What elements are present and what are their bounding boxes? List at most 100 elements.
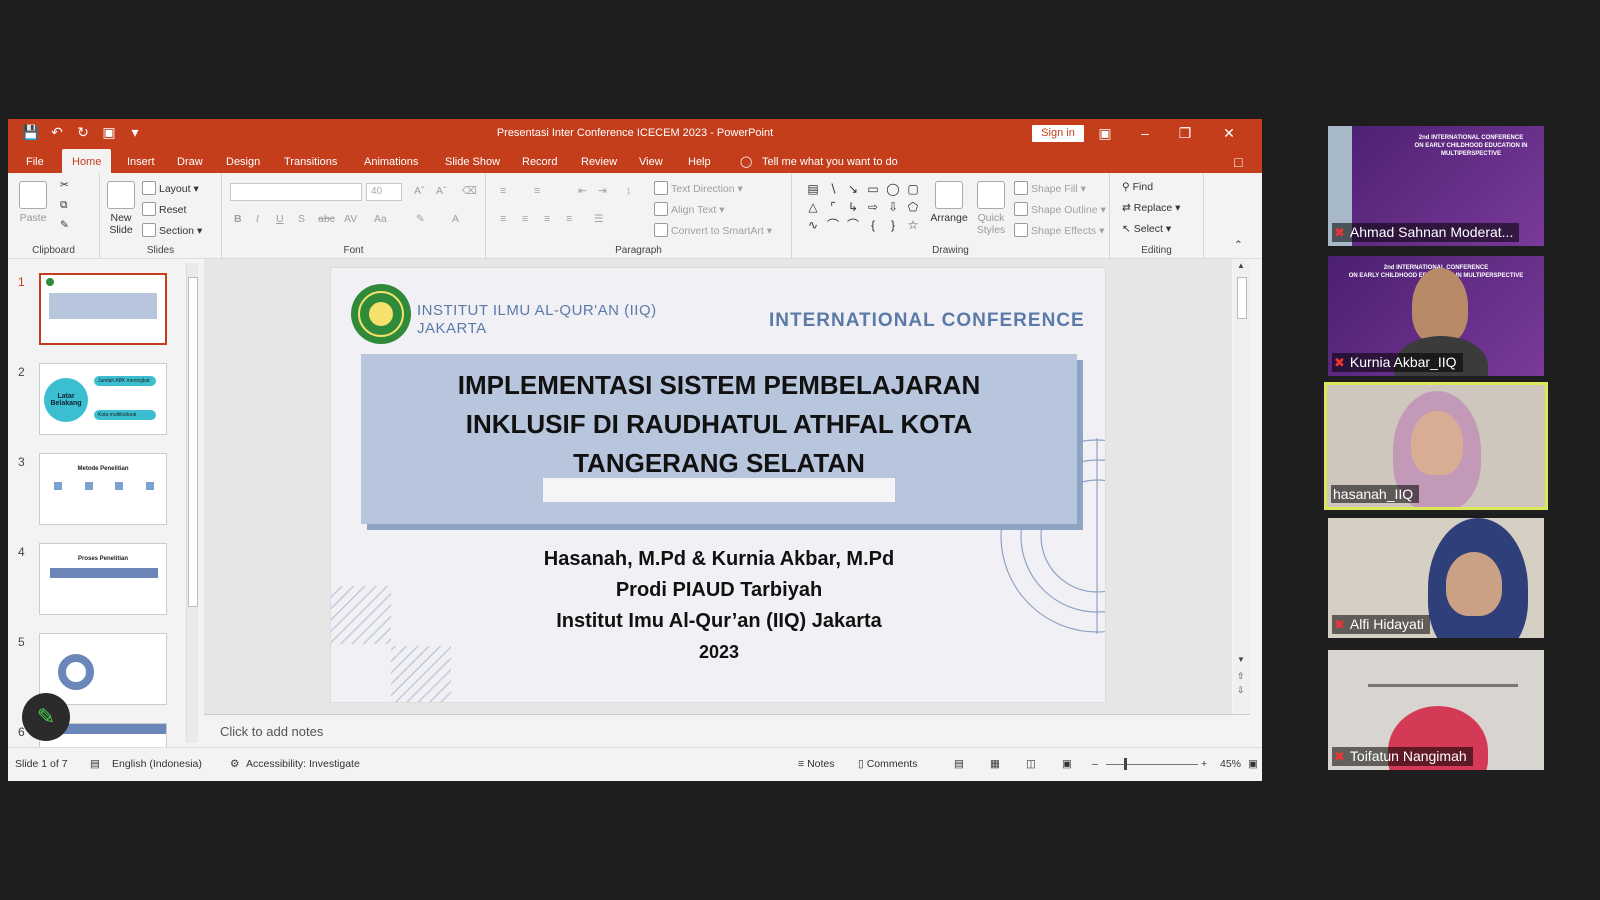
quick-styles-button[interactable]: Quick Styles [974,181,1008,236]
tab-review[interactable]: Review [581,147,617,173]
shape-effects-button[interactable]: Shape Effects ▾ [1014,223,1104,237]
tab-slide-show[interactable]: Slide Show [445,147,500,173]
convert-smartart-button[interactable]: Convert to SmartArt ▾ [654,223,772,237]
align-text-button[interactable]: Align Text ▾ [654,202,725,216]
shapes-gallery[interactable]: ▤ ∖ ↘ ▭ ◯ ▢ △ ⌜ ↳ ⇨ ⇩ ⬠ ∿ ⌒ ⌒{} ☆ [804,181,918,233]
brace-left-shape-icon[interactable]: { [864,217,882,233]
comments-button[interactable]: ▯ Comments [858,758,917,770]
paste-button[interactable]: Paste [16,181,50,224]
reset-button[interactable]: Reset [142,202,186,216]
next-slide-icon[interactable]: ⇩ [1237,685,1245,696]
tab-design[interactable]: Design [226,147,260,173]
layout-button[interactable]: Layout ▾ [142,181,199,195]
line-spacing-icon[interactable]: ↕ [626,185,631,197]
down-arrow-shape-icon[interactable]: ⇩ [884,199,902,215]
underline-button[interactable]: U [276,213,284,225]
zoom-level[interactable]: 45% [1220,758,1241,770]
find-button[interactable]: ⚲ Find [1122,181,1153,193]
format-painter-icon[interactable]: ✎ [60,219,69,231]
pen-edit-icon[interactable]: ✎ [22,693,70,741]
elbow-shape-icon[interactable]: ⌜ [824,199,842,215]
cut-icon[interactable]: ✂ [60,179,69,191]
normal-view-icon[interactable]: ▤ [954,758,964,770]
arrange-button[interactable]: Arrange [928,181,970,224]
thumbnail-scrollbar[interactable] [186,263,198,743]
participant-tile-5[interactable]: ✖ Toifatun Nangimah [1328,650,1544,770]
change-case-icon[interactable]: Aa [374,213,387,225]
textbox-shape-icon[interactable]: ▤ [804,181,822,197]
star-shape-icon[interactable]: ☆ [904,217,922,233]
tab-record[interactable]: Record [522,147,557,173]
replace-button[interactable]: ⇄ Replace ▾ [1122,202,1180,214]
slide-sorter-icon[interactable]: ▦ [990,758,1000,770]
shrink-font-icon[interactable]: Aˇ [436,185,447,197]
slide-scrollbar[interactable]: ▲ ▼ ⇧ ⇩ [1234,259,1250,714]
participant-tile-4[interactable]: ✖ Alfi Hidayati [1328,518,1544,638]
right-arrow-shape-icon[interactable]: ⇨ [864,199,882,215]
participant-tile-2[interactable]: 2nd INTERNATIONAL CONFERENCE ON EARLY CHI… [1328,256,1544,376]
tab-draw[interactable]: Draw [177,147,203,173]
strikethrough-button[interactable]: abc [318,213,335,225]
elbow-arrow-shape-icon[interactable]: ↳ [844,199,862,215]
clear-format-icon[interactable]: ⌫ [462,185,477,197]
rectangle-shape-icon[interactable]: ▭ [864,181,882,197]
increase-indent-icon[interactable]: ⇥ [598,185,607,197]
slide-scroll-thumb[interactable] [1237,277,1247,319]
arc-shape-icon[interactable]: ⌒ [844,217,862,233]
rounded-rect-shape-icon[interactable]: ▢ [904,181,922,197]
select-button[interactable]: ↖ Select ▾ [1122,223,1171,235]
thumbnail-slide-1[interactable] [39,273,167,345]
slideshow-view-icon[interactable]: ▣ [1062,758,1072,770]
arrow-shape-icon[interactable]: ↘ [844,181,862,197]
columns-icon[interactable]: ☰ [594,213,603,225]
participant-tile-3-active-speaker[interactable]: hasanah_IIQ [1324,382,1548,510]
tab-file[interactable]: File [26,147,44,173]
numbering-icon[interactable]: ≡ [534,185,540,197]
accessibility-icon[interactable]: ⚙ [230,758,239,770]
thumbnail-slide-2[interactable]: Latar Belakang Jumlah ABK meningkat Kota… [39,363,167,435]
sign-in-button[interactable]: Sign in [1032,125,1084,142]
thumbnail-slide-5[interactable] [39,633,167,705]
tab-insert[interactable]: Insert [127,147,155,173]
thumbnail-slide-4[interactable]: Proses Penelitian [39,543,167,615]
justify-icon[interactable]: ≡ [566,213,572,225]
copy-icon[interactable]: ⧉ [60,199,68,212]
spacing-icon[interactable]: AV [344,213,357,225]
minimize-icon[interactable]: – [1130,122,1160,144]
align-left-icon[interactable]: ≡ [500,213,506,225]
section-button[interactable]: Section ▾ [142,223,202,237]
restore-icon[interactable]: ❐ [1170,122,1200,144]
tab-view[interactable]: View [639,147,663,173]
notes-button[interactable]: ≡ Notes [798,758,835,770]
spellcheck-icon[interactable]: ▤ [90,758,100,770]
tab-help[interactable]: Help [688,147,711,173]
close-icon[interactable]: ✕ [1214,122,1244,144]
italic-button[interactable]: I [256,213,259,225]
align-center-icon[interactable]: ≡ [522,213,528,225]
grow-font-icon[interactable]: Aˆ [414,185,425,197]
decrease-indent-icon[interactable]: ⇤ [578,185,587,197]
text-direction-button[interactable]: Text Direction ▾ [654,181,743,195]
tab-transitions[interactable]: Transitions [284,147,337,173]
zoom-in-icon[interactable]: + [1201,758,1207,770]
font-color-icon[interactable]: A [452,213,459,225]
zoom-slider-thumb[interactable] [1124,758,1127,770]
fit-slide-icon[interactable]: ▣ [1248,758,1258,770]
pentagon-shape-icon[interactable]: ⬠ [904,199,922,215]
thumbnail-scroll-thumb[interactable] [188,277,198,607]
zoom-out-icon[interactable]: – [1092,758,1098,770]
scroll-down-icon[interactable]: ▼ [1237,655,1245,664]
accessibility-status[interactable]: Accessibility: Investigate [246,758,360,770]
font-size-box[interactable]: 40 [366,183,402,201]
comments-icon[interactable]: □ [1234,147,1242,173]
bullets-icon[interactable]: ≡ [500,185,506,197]
language-indicator[interactable]: English (Indonesia) [112,758,202,770]
triangle-shape-icon[interactable]: △ [804,199,822,215]
shape-outline-button[interactable]: Shape Outline ▾ [1014,202,1106,216]
participant-tile-1[interactable]: 2nd INTERNATIONAL CONFERENCE ON EARLY CHI… [1328,126,1544,246]
curve-shape-icon[interactable]: ⌒ [824,217,842,233]
new-slide-button[interactable]: New Slide [104,181,138,236]
shape-fill-button[interactable]: Shape Fill ▾ [1014,181,1086,195]
freeform-shape-icon[interactable]: ∿ [804,217,822,233]
thumbnail-slide-3[interactable]: Metode Penelitian [39,453,167,525]
